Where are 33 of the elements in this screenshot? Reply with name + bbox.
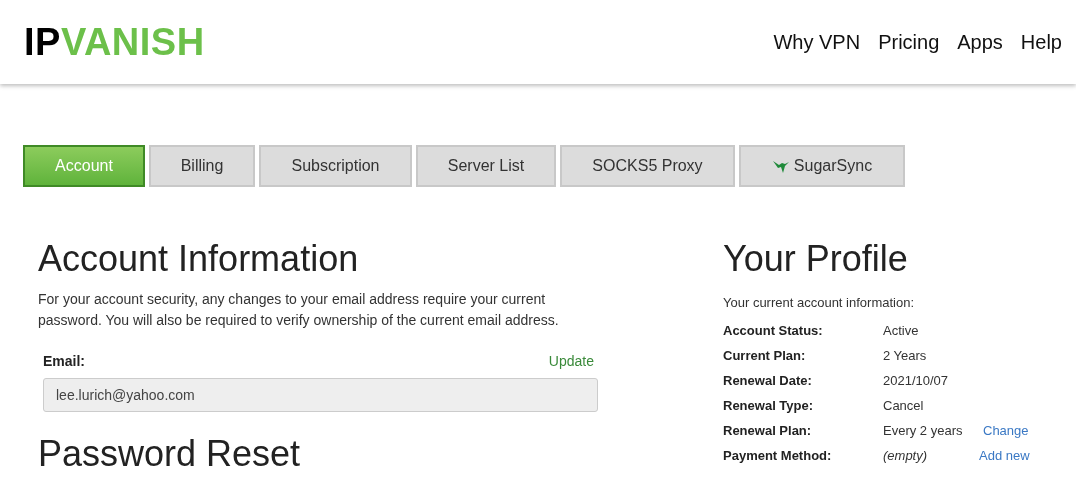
profile-value: 2 Years (883, 347, 928, 366)
profile-label: Account Status: (723, 322, 824, 341)
profile-value: Active (883, 322, 920, 341)
profile-label: Payment Method: (723, 447, 833, 466)
profile-value: Every 2 years (883, 422, 964, 441)
tab[interactable]: Subscription (259, 145, 412, 187)
description-text: For your account security, any changes to your email address require your current password. You will also be required to verify ownership of the current email address. (38, 290, 560, 330)
profile-label: Renewal Plan: (723, 422, 813, 441)
subtitle-text: Your current account information: (723, 294, 915, 312)
nav-link[interactable]: Pricing (878, 27, 940, 57)
profile-value: (empty) (883, 447, 929, 466)
email-field[interactable]: lee.lurich@yahoo.com (43, 378, 598, 412)
update-link[interactable]: Update (548, 351, 594, 372)
section-title: Your Profile (723, 237, 909, 281)
profile-label: Renewal Type: (723, 397, 815, 416)
profile-link[interactable]: Add new (979, 446, 1030, 466)
nav-link[interactable]: Apps (957, 27, 1003, 57)
nav-link[interactable]: Why VPN (773, 27, 861, 57)
section-title: Password Reset (38, 432, 302, 476)
tab[interactable]: SugarSync (739, 145, 905, 187)
hummingbird-icon (771, 158, 790, 174)
tab[interactable]: Billing (149, 145, 255, 187)
logo-text[interactable]: IP (24, 23, 61, 61)
profile-label: Renewal Date: (723, 372, 813, 391)
profile-link[interactable]: Change (983, 421, 1029, 441)
field-label: Email: (43, 352, 85, 371)
tab[interactable]: Server List (416, 145, 556, 187)
nav-link[interactable]: Help (1020, 27, 1062, 57)
profile-value: 2021/10/07 (883, 372, 950, 391)
profile-label: Current Plan: (723, 347, 807, 366)
tab[interactable]: SOCKS5 Proxy (560, 145, 735, 187)
section-title: Account Information (38, 237, 360, 281)
profile-value: Cancel (883, 397, 925, 416)
